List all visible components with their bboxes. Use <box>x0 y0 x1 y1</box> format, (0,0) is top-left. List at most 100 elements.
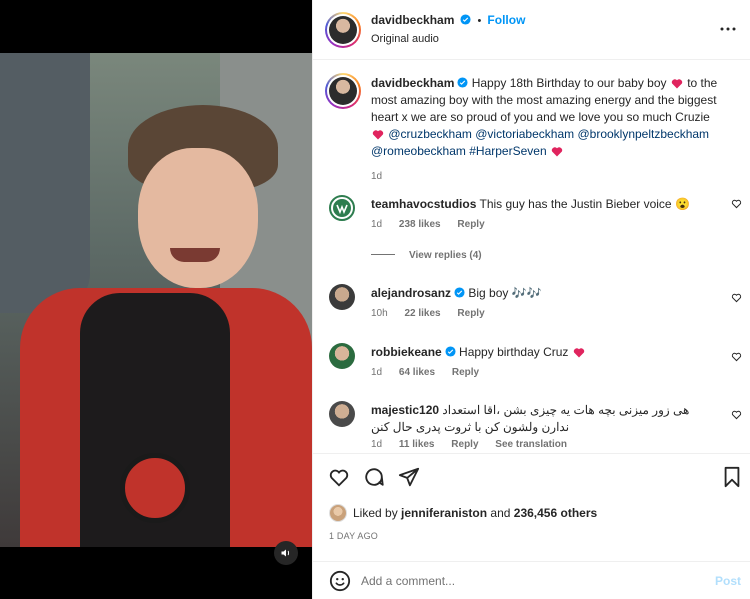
likes-middle: and <box>490 506 511 520</box>
author-avatar[interactable] <box>325 12 361 48</box>
replies-line <box>371 254 395 255</box>
reply-button[interactable]: Reply <box>457 308 484 319</box>
comment-body: This guy has the Justin Bieber voice <box>479 197 672 211</box>
liker-username[interactable]: jenniferaniston <box>401 506 487 520</box>
comment-item: teamhavocstudios This guy has the Justin… <box>313 193 750 263</box>
comment-meta: 1d 64 likes Reply <box>371 367 493 378</box>
comment-text: teamhavocstudios This guy has the Justin… <box>371 196 721 213</box>
hashtag-link[interactable]: #HarperSeven <box>469 144 546 158</box>
comment-avatar[interactable] <box>329 401 355 427</box>
verified-badge-icon <box>454 287 465 298</box>
video-boy-face <box>138 148 258 288</box>
verified-badge-icon <box>457 77 468 88</box>
caption-text: davidbeckham Happy 18th Birthday to our … <box>371 75 721 160</box>
team-logo-icon <box>333 199 351 217</box>
video-boy-smile <box>170 248 220 262</box>
mute-button[interactable] <box>274 541 298 565</box>
comment-likes[interactable]: 11 likes <box>399 439 435 450</box>
comment-time: 1d <box>371 439 383 450</box>
add-comment-bar: Post <box>313 561 750 599</box>
audio-label[interactable]: Original audio <box>371 33 439 45</box>
caption-time: 1d <box>371 171 383 182</box>
comment-item: alejandrosanz Big boy 🎶🎶 10h 22 likes Re… <box>313 282 750 322</box>
comment-time: 1d <box>371 219 383 230</box>
comment-item: robbiekeane Happy birthday Cruz 1d 64 li… <box>313 341 750 381</box>
author-line: davidbeckham • Follow <box>371 13 525 27</box>
caption-username[interactable]: davidbeckham <box>371 76 454 90</box>
mention-link[interactable]: @cruzbeckham <box>388 127 472 141</box>
comment-time: 10h <box>371 308 388 319</box>
comment-avatar[interactable] <box>329 284 355 310</box>
comment-text: majestic120 هی زور میزنی بچه هات یه چیزی… <box>371 402 721 436</box>
comment-body: Happy birthday Cruz <box>459 345 569 359</box>
reply-button[interactable]: Reply <box>452 367 479 378</box>
see-translation-button[interactable]: See translation <box>495 439 567 450</box>
comment-username[interactable]: teamhavocstudios <box>371 197 476 211</box>
likes-summary: Liked by jenniferaniston and 236,456 oth… <box>329 504 597 522</box>
post-comment-button[interactable]: Post <box>715 574 741 588</box>
comment-emoji: 🎶🎶 <box>511 286 542 300</box>
comment-username[interactable]: alejandrosanz <box>371 286 451 300</box>
video-costume-symbol <box>120 453 190 523</box>
likes-count[interactable]: 236,456 others <box>514 506 597 520</box>
heart-icon[interactable] <box>731 351 742 362</box>
red-heart-emoji <box>573 348 584 358</box>
comments-list[interactable]: davidbeckham Happy 18th Birthday to our … <box>313 61 750 453</box>
caption: davidbeckham Happy 18th Birthday to our … <box>313 71 750 182</box>
heart-icon[interactable] <box>731 409 742 420</box>
comment-text: alejandrosanz Big boy 🎶🎶 <box>371 285 721 302</box>
heart-icon[interactable] <box>731 198 742 209</box>
action-bar: Liked by jenniferaniston and 236,456 oth… <box>313 453 750 553</box>
comment-item: majestic120 هی زور میزنی بچه هات یه چیزی… <box>313 399 750 453</box>
red-heart-emoji <box>671 79 683 89</box>
verified-badge-icon <box>460 14 471 25</box>
comment-time: 1d <box>371 367 383 378</box>
separator-dot: • <box>477 15 482 27</box>
media-panel <box>0 0 312 599</box>
reel-video[interactable] <box>0 53 312 547</box>
comment-body-line-1: هی زور میزنی بچه هات یه چیزی بشن ،اقا اس… <box>442 403 690 417</box>
comment-input[interactable] <box>361 571 691 591</box>
reply-button[interactable]: Reply <box>457 219 484 230</box>
more-options-icon[interactable] <box>719 22 737 36</box>
comment-avatar[interactable] <box>329 343 355 369</box>
view-replies[interactable]: View replies (4) <box>371 250 496 261</box>
mention-link[interactable]: @victoriabeckham <box>475 127 574 141</box>
mention-link[interactable]: @brooklynpeltzbeckham <box>577 127 709 141</box>
comment-emoji: 😮 <box>674 197 690 211</box>
comment-icon[interactable] <box>363 466 385 488</box>
liker-avatar[interactable] <box>329 504 347 522</box>
red-heart-emoji <box>551 147 563 157</box>
view-replies-button[interactable]: View replies (4) <box>409 250 482 261</box>
follow-button[interactable]: Follow <box>487 13 525 27</box>
comment-body-line-2: ندارن ولشون کن با ثروت پدری حال کنن <box>371 420 570 434</box>
sound-icon <box>281 549 290 557</box>
reply-button[interactable]: Reply <box>451 439 478 450</box>
comment-meta: 1d 238 likes Reply <box>371 219 499 230</box>
comment-text: robbiekeane Happy birthday Cruz <box>371 344 721 361</box>
red-heart-emoji <box>372 130 384 140</box>
comment-body: Big boy <box>468 286 509 300</box>
comment-likes[interactable]: 238 likes <box>399 219 441 230</box>
comment-likes[interactable]: 22 likes <box>404 308 440 319</box>
bookmark-icon[interactable] <box>721 466 743 488</box>
caption-avatar[interactable] <box>325 73 361 109</box>
heart-icon[interactable] <box>731 292 742 303</box>
author-username[interactable]: davidbeckham <box>371 13 454 27</box>
emoji-icon[interactable] <box>329 570 351 592</box>
heart-icon[interactable] <box>328 466 350 488</box>
mention-link[interactable]: @romeobeckham <box>371 144 466 158</box>
comment-meta: 1d 11 likes Reply See translation <box>371 439 581 450</box>
comment-avatar[interactable] <box>329 195 355 221</box>
video-bg-figure <box>0 53 90 313</box>
post-timestamp[interactable]: 1 DAY AGO <box>329 531 378 541</box>
verified-badge-icon <box>445 346 456 357</box>
comment-likes[interactable]: 64 likes <box>399 367 435 378</box>
share-icon[interactable] <box>398 466 420 488</box>
comment-username[interactable]: majestic120 <box>371 403 439 417</box>
likes-prefix: Liked by <box>353 506 398 520</box>
caption-part-1: Happy 18th Birthday to our baby boy <box>471 76 667 90</box>
comment-username[interactable]: robbiekeane <box>371 345 442 359</box>
post-panel: davidbeckham • Follow Original audio dav… <box>312 0 750 599</box>
post-header: davidbeckham • Follow Original audio <box>313 0 750 60</box>
